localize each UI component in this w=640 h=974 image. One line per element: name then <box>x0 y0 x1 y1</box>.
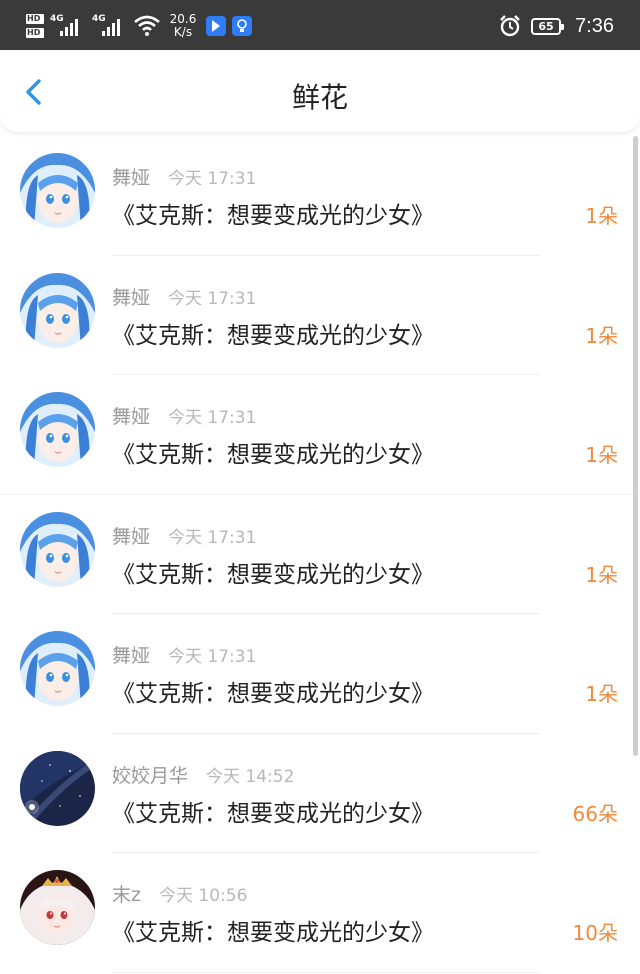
avatar[interactable] <box>20 750 95 826</box>
divider <box>112 971 540 973</box>
bulb-notification-icon <box>232 16 252 36</box>
screen: HD HD 4G 4G 20.6 K/s 65 7:36 鲜花 舞娅 今天 17… <box>0 0 640 974</box>
list-item[interactable]: 舞娅 今天 17:31 《艾克斯：想要变成光的少女》 1朵 <box>0 495 640 614</box>
avatar[interactable] <box>20 272 95 348</box>
flower-count: 1朵 <box>585 682 618 706</box>
flower-count: 66朵 <box>572 801 618 826</box>
sender-name[interactable]: 舞娅 今天 17:31 <box>112 402 256 429</box>
app-notification-icon <box>206 16 226 36</box>
send-time: 今天 17:31 <box>168 527 257 548</box>
speed-unit: K/s <box>173 25 193 39</box>
work-title[interactable]: 《艾克斯：想要变成光的少女》 <box>112 435 434 469</box>
avatar[interactable] <box>20 870 95 945</box>
sender-name[interactable]: 姣姣月华 今天 14:52 <box>112 761 294 788</box>
flower-count: 1朵 <box>585 323 618 348</box>
night-sky-avatar <box>20 750 95 826</box>
sender-name-text: 舞娅 <box>112 167 151 189</box>
sender-name-text: 舞娅 <box>112 406 151 428</box>
status-left: HD HD 4G 4G 20.6 K/s <box>26 12 252 40</box>
clock: 7:36 <box>575 14 614 37</box>
work-title[interactable]: 《艾克斯：想要变成光的少女》 <box>112 674 434 708</box>
hd-badge-2: HD <box>26 28 44 38</box>
sender-name[interactable]: 末z 今天 10:56 <box>112 880 247 907</box>
wifi-icon <box>134 15 160 36</box>
sender-name-text: 末z <box>112 884 141 906</box>
list-item[interactable]: 姣姣月华 今天 14:52 《艾克斯：想要变成光的少女》 66朵 <box>0 734 640 853</box>
blue-hair-anime-avatar <box>20 272 95 348</box>
avatar[interactable] <box>20 511 95 587</box>
sender-name-text: 舞娅 <box>112 525 151 548</box>
send-time: 今天 17:31 <box>168 408 257 428</box>
avatar[interactable] <box>20 153 95 228</box>
hd-badge-1: HD <box>26 14 44 24</box>
flower-count: 10朵 <box>572 921 618 945</box>
network-speed: 20.6 K/s <box>166 13 200 39</box>
flower-count: 1朵 <box>585 562 618 587</box>
blue-hair-anime-avatar <box>20 392 95 467</box>
send-time: 今天 17:31 <box>168 647 257 667</box>
scrollbar[interactable] <box>633 136 638 756</box>
signal-icon: 4G <box>50 14 86 38</box>
list-item[interactable]: 舞娅 今天 17:31 《艾克斯：想要变成光的少女》 1朵 <box>0 614 640 734</box>
sender-name[interactable]: 舞娅 今天 17:31 <box>112 522 256 549</box>
hd-badges: HD HD <box>26 14 44 38</box>
flower-list: 舞娅 今天 17:31 《艾克斯：想要变成光的少女》 1朵 舞娅 今天 17:3… <box>0 136 640 973</box>
send-time: 今天 14:52 <box>206 766 295 787</box>
battery-level: 65 <box>538 19 554 33</box>
alarm-icon <box>500 15 520 37</box>
work-title[interactable]: 《艾克斯：想要变成光的少女》 <box>112 555 434 589</box>
list-item[interactable]: 舞娅 今天 17:31 《艾克斯：想要变成光的少女》 1朵 <box>0 136 640 256</box>
sender-name-text: 姣姣月华 <box>112 764 189 787</box>
page-title: 鲜花 <box>291 81 348 114</box>
sender-name[interactable]: 舞娅 今天 17:31 <box>112 641 256 668</box>
send-time: 今天 10:56 <box>158 886 248 906</box>
work-title[interactable]: 《艾克斯：想要变成光的少女》 <box>112 316 434 350</box>
app-header: 鲜花 <box>0 50 640 132</box>
flower-count: 1朵 <box>585 443 618 467</box>
blue-hair-anime-avatar <box>20 511 95 587</box>
avatar[interactable] <box>20 392 95 467</box>
sender-name-text: 舞娅 <box>112 286 151 309</box>
send-time: 今天 17:31 <box>168 288 257 309</box>
flower-count: 1朵 <box>585 204 618 228</box>
sender-name-text: 舞娅 <box>112 645 151 667</box>
status-right: 65 7:36 <box>499 12 614 40</box>
list-item[interactable]: 舞娅 今天 17:31 《艾克斯：想要变成光的少女》 1朵 <box>0 256 640 375</box>
sender-name[interactable]: 舞娅 今天 17:31 <box>112 283 256 310</box>
white-hair-crown-avatar <box>20 870 95 945</box>
avatar[interactable] <box>20 631 95 706</box>
send-time: 今天 17:31 <box>168 169 257 189</box>
signal-icon-2: 4G <box>92 14 128 38</box>
list-item[interactable]: 舞娅 今天 17:31 《艾克斯：想要变成光的少女》 1朵 <box>0 375 640 495</box>
status-bar: HD HD 4G 4G 20.6 K/s 65 7:36 <box>0 0 640 50</box>
sender-name[interactable]: 舞娅 今天 17:31 <box>112 163 256 190</box>
blue-hair-anime-avatar <box>20 153 95 228</box>
battery-icon: 65 <box>531 17 565 35</box>
blue-hair-anime-avatar <box>20 631 95 706</box>
work-title[interactable]: 《艾克斯：想要变成光的少女》 <box>112 196 434 230</box>
work-title[interactable]: 《艾克斯：想要变成光的少女》 <box>112 794 434 828</box>
work-title[interactable]: 《艾克斯：想要变成光的少女》 <box>112 913 434 947</box>
list-item[interactable]: 末z 今天 10:56 《艾克斯：想要变成光的少女》 10朵 <box>0 853 640 973</box>
